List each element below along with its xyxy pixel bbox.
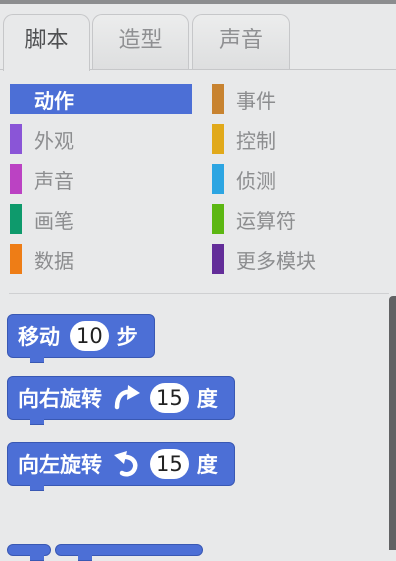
category-label: 数据 — [34, 249, 74, 273]
category-operators[interactable]: 运算符 — [212, 200, 394, 234]
rotate-clockwise-icon — [114, 385, 140, 410]
category-label: 动作 — [34, 89, 74, 113]
category-label: 控制 — [236, 129, 276, 153]
partial-block[interactable] — [55, 544, 203, 561]
category-label: 侦测 — [236, 169, 276, 193]
block-palette: 移动 10 步 向右旋转 15 度 向左旋转 15 度 — [0, 296, 388, 561]
category-swatch — [212, 84, 224, 114]
category-swatch — [212, 204, 224, 234]
block-suffix: 度 — [196, 453, 218, 477]
category-swatch — [212, 164, 224, 194]
category-label: 运算符 — [236, 209, 296, 233]
category-label: 画笔 — [34, 209, 74, 233]
block-label: 向左旋转 — [18, 453, 102, 477]
category-swatch — [10, 204, 22, 234]
category-label: 声音 — [34, 169, 74, 193]
category-looks[interactable]: 外观 — [10, 120, 192, 154]
block-suffix: 步 — [116, 325, 138, 349]
tab-scripts[interactable]: 脚本 — [3, 14, 90, 71]
move-steps-block[interactable]: 移动 10 步 — [7, 314, 155, 363]
category-palette: 动作 外观 声音 画笔 数据 事件 控制 侦测 运算符 更多模块 — [0, 80, 396, 290]
category-more-blocks[interactable]: 更多模块 — [212, 240, 394, 274]
palette-divider — [9, 293, 389, 294]
category-swatch — [212, 124, 224, 154]
degrees-input[interactable]: 15 — [150, 383, 189, 413]
category-swatch — [10, 244, 22, 274]
category-swatch — [10, 164, 22, 194]
block-label: 移动 — [18, 325, 60, 349]
category-pen[interactable]: 画笔 — [10, 200, 192, 234]
block-label: 向右旋转 — [18, 387, 102, 411]
category-sound[interactable]: 声音 — [10, 160, 192, 194]
category-label: 更多模块 — [236, 249, 316, 273]
category-motion[interactable]: 动作 — [10, 80, 192, 114]
degrees-input[interactable]: 15 — [150, 449, 189, 479]
partial-block[interactable] — [7, 544, 51, 561]
category-sensing[interactable]: 侦测 — [212, 160, 394, 194]
tab-costumes[interactable]: 造型 — [92, 14, 189, 70]
block-suffix: 度 — [196, 387, 218, 411]
turn-left-block[interactable]: 向左旋转 15 度 — [7, 442, 235, 491]
category-swatch — [212, 244, 224, 274]
palette-scrollbar[interactable] — [389, 296, 396, 550]
editor-tabs: 脚本 造型 声音 — [0, 4, 396, 71]
category-label: 外观 — [34, 129, 74, 153]
category-data[interactable]: 数据 — [10, 240, 192, 274]
category-label: 事件 — [236, 89, 276, 113]
rotate-counterclockwise-icon — [114, 451, 138, 477]
turn-right-block[interactable]: 向右旋转 15 度 — [7, 376, 235, 425]
tab-sounds[interactable]: 声音 — [192, 14, 290, 70]
category-events[interactable]: 事件 — [212, 80, 394, 114]
steps-input[interactable]: 10 — [70, 321, 109, 351]
category-swatch — [10, 124, 22, 154]
category-control[interactable]: 控制 — [212, 120, 394, 154]
